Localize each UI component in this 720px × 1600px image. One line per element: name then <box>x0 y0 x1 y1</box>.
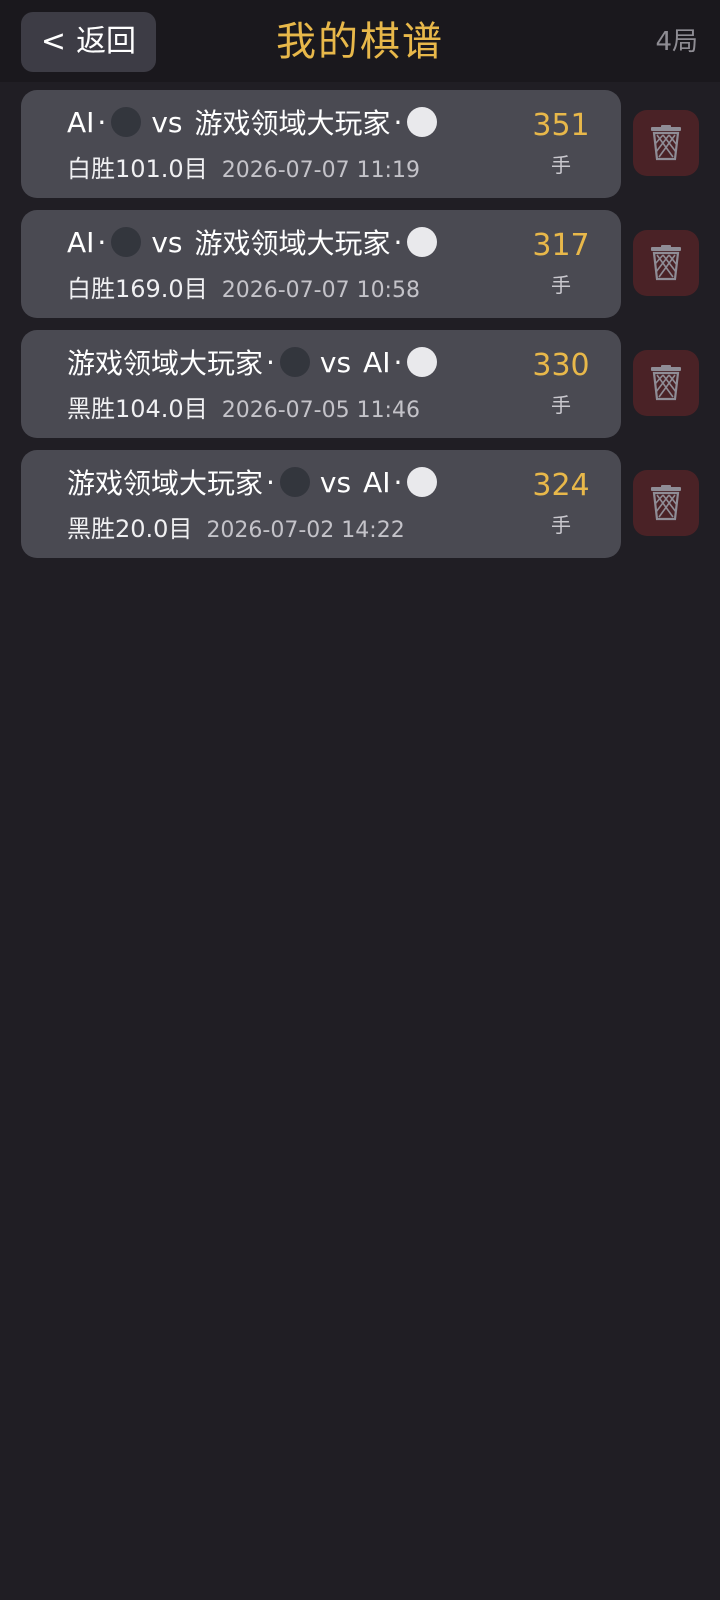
game-record-card[interactable]: 游戏领域大玩家 · vs AI · 黑胜104.0目 2026-07-05 11:… <box>21 330 621 438</box>
game-date: 2026-07-02 14:22 <box>206 518 405 543</box>
black-stone-icon <box>111 227 142 257</box>
move-count: 324 <box>532 468 590 503</box>
vs-label: vs <box>151 105 183 139</box>
black-stone-icon <box>279 467 310 497</box>
top-bar: < 返回 我的棋谱 4局 <box>0 0 720 82</box>
game-record-row: AI · vs 游戏领域大玩家 · 白胜169.0目 2026-07-07 10:… <box>0 210 720 318</box>
separator-dot: · <box>393 105 403 139</box>
game-meta: 黑胜20.0目 2026-07-02 14:22 <box>67 512 405 549</box>
separator-dot: · <box>97 105 107 139</box>
white-player-name: AI <box>363 345 391 379</box>
separator-dot: · <box>97 225 107 259</box>
game-meta: 黑胜104.0目 2026-07-05 11:46 <box>67 392 420 429</box>
white-stone-icon <box>407 107 438 137</box>
game-record-card[interactable]: AI · vs 游戏领域大玩家 · 白胜169.0目 2026-07-07 10:… <box>21 210 621 318</box>
white-stone-icon <box>407 227 438 257</box>
delete-button[interactable] <box>633 470 699 536</box>
delete-button[interactable] <box>633 110 699 176</box>
players-line: AI · vs 游戏领域大玩家 · <box>67 220 438 264</box>
game-meta: 白胜101.0目 2026-07-07 11:19 <box>67 152 420 189</box>
separator-dot: · <box>393 465 403 499</box>
black-player-name: AI <box>67 225 95 259</box>
separator-dot: · <box>266 345 275 379</box>
trash-icon <box>651 125 681 161</box>
white-player-name: AI <box>363 465 391 499</box>
white-player-name: 游戏领域大玩家 <box>194 227 391 260</box>
vs-label: vs <box>319 345 352 379</box>
game-result: 白胜169.0目 <box>67 275 208 303</box>
game-record-card[interactable]: 游戏领域大玩家 · vs AI · 黑胜20.0目 2026-07-02 14:2… <box>21 450 621 558</box>
players-line: AI · vs 游戏领域大玩家 · <box>67 100 438 144</box>
page-title: 我的棋谱 <box>276 19 444 65</box>
black-player-name: AI <box>67 105 95 139</box>
trash-icon <box>651 245 681 281</box>
vs-label: vs <box>151 225 183 259</box>
players-line: 游戏领域大玩家 · vs AI · <box>67 340 438 384</box>
game-record-card[interactable]: AI · vs 游戏领域大玩家 · 白胜101.0目 2026-07-07 11:… <box>21 90 621 198</box>
separator-dot: · <box>393 345 403 379</box>
game-record-row: 游戏领域大玩家 · vs AI · 黑胜20.0目 2026-07-02 14:2… <box>0 450 720 558</box>
move-count: 330 <box>532 348 590 383</box>
black-stone-icon <box>111 107 142 137</box>
move-count: 317 <box>532 228 590 263</box>
white-stone-icon <box>407 467 438 497</box>
move-unit: 手 <box>551 393 571 417</box>
black-stone-icon <box>279 347 310 377</box>
delete-button[interactable] <box>633 230 699 296</box>
game-record-list: AI · vs 游戏领域大玩家 · 白胜101.0目 2026-07-07 11:… <box>0 90 720 570</box>
game-record-row: 游戏领域大玩家 · vs AI · 黑胜104.0目 2026-07-05 11:… <box>0 330 720 438</box>
players-line: 游戏领域大玩家 · vs AI · <box>67 460 438 504</box>
game-result: 黑胜20.0目 <box>67 515 193 543</box>
move-count: 351 <box>532 108 590 143</box>
separator-dot: · <box>393 225 403 259</box>
move-unit: 手 <box>551 513 571 537</box>
game-date: 2026-07-07 10:58 <box>221 278 420 303</box>
delete-button[interactable] <box>633 350 699 416</box>
separator-dot: · <box>266 465 275 499</box>
game-date: 2026-07-07 11:19 <box>221 158 420 183</box>
game-record-row: AI · vs 游戏领域大玩家 · 白胜101.0目 2026-07-07 11:… <box>0 90 720 198</box>
black-player-name: 游戏领域大玩家 <box>67 467 264 500</box>
trash-icon <box>651 365 681 401</box>
vs-label: vs <box>319 465 352 499</box>
move-unit: 手 <box>551 273 571 297</box>
white-stone-icon <box>407 347 438 377</box>
game-count: 4局 <box>655 27 698 57</box>
game-meta: 白胜169.0目 2026-07-07 10:58 <box>67 272 420 309</box>
game-date: 2026-07-05 11:46 <box>221 398 420 423</box>
trash-icon <box>651 485 681 521</box>
move-unit: 手 <box>551 153 571 177</box>
game-result: 白胜101.0目 <box>67 155 208 183</box>
white-player-name: 游戏领域大玩家 <box>194 107 391 140</box>
black-player-name: 游戏领域大玩家 <box>67 347 264 380</box>
game-result: 黑胜104.0目 <box>67 395 208 423</box>
